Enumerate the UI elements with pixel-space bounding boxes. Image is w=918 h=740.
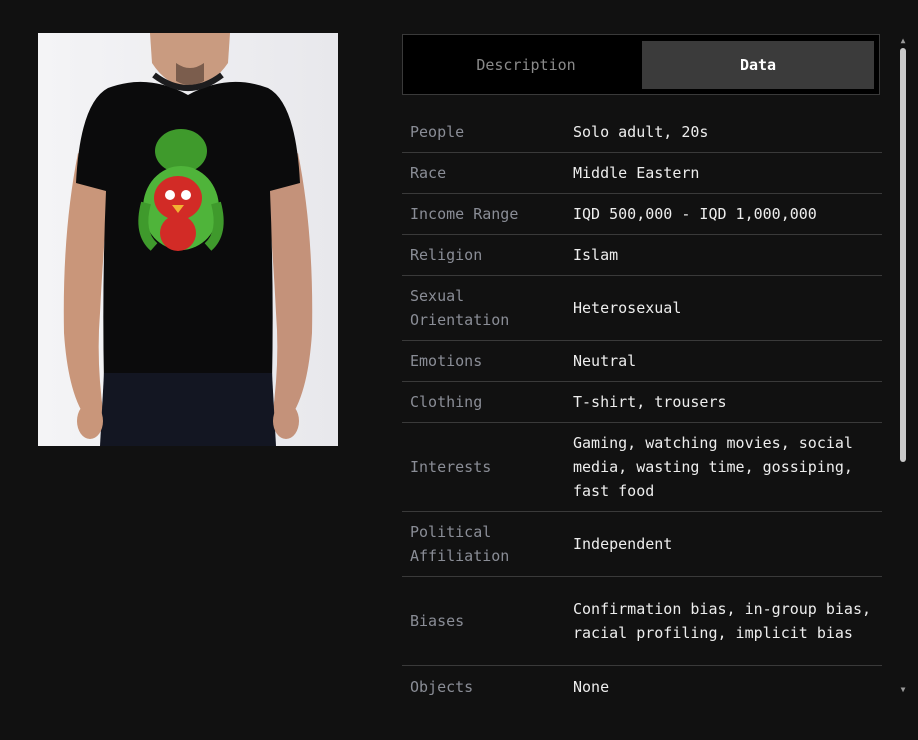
- tab-description[interactable]: Description: [409, 41, 643, 89]
- table-row: Race Middle Eastern: [402, 153, 882, 194]
- row-key: Clothing: [410, 393, 483, 411]
- row-value: Heterosexual: [573, 299, 682, 317]
- row-key: Sexual Orientation: [410, 287, 510, 329]
- row-key: Income Range: [410, 205, 519, 223]
- person-illustration: [38, 33, 338, 446]
- row-value: Solo adult, 20s: [573, 123, 709, 141]
- person-photo: [38, 33, 338, 446]
- app-window: Description Data People Solo adult, 20s …: [0, 0, 918, 740]
- table-row: Objects None: [402, 666, 882, 707]
- scroll-up-icon[interactable]: ▲: [898, 37, 908, 45]
- table-row: Interests Gaming, watching movies, socia…: [402, 423, 882, 512]
- row-key: Biases: [410, 612, 465, 630]
- row-key: Political Affiliation: [410, 523, 510, 565]
- row-value: Neutral: [573, 352, 637, 370]
- row-value: Islam: [573, 246, 619, 264]
- row-value: None: [573, 677, 610, 696]
- row-value: IQD 500,000 - IQD 1,000,000: [573, 205, 817, 223]
- table-row: People Solo adult, 20s: [402, 112, 882, 153]
- table-row: Emotions Neutral: [402, 341, 882, 382]
- row-value: Gaming, watching movies, social media, w…: [573, 434, 853, 500]
- tab-data[interactable]: Data: [642, 41, 874, 89]
- row-value: Confirmation bias, in-group bias, racial…: [573, 600, 872, 642]
- data-table: People Solo adult, 20s Race Middle Easte…: [402, 112, 882, 707]
- view-tabs: Description Data: [402, 34, 880, 95]
- row-key: Objects: [410, 677, 474, 696]
- row-key: Race: [410, 164, 447, 182]
- row-key: Interests: [410, 458, 492, 476]
- row-value: Independent: [573, 535, 673, 553]
- table-row: Clothing T-shirt, trousers: [402, 382, 882, 423]
- row-key: People: [410, 123, 465, 141]
- table-row: Income Range IQD 500,000 - IQD 1,000,000: [402, 194, 882, 235]
- table-row: Biases Confirmation bias, in-group bias,…: [402, 577, 882, 666]
- scrollbar-thumb[interactable]: [900, 48, 906, 462]
- row-value: Middle Eastern: [573, 164, 700, 182]
- table-row: Religion Islam: [402, 235, 882, 276]
- row-key: Religion: [410, 246, 483, 264]
- row-value: T-shirt, trousers: [573, 393, 727, 411]
- scroll-down-icon[interactable]: ▼: [898, 686, 908, 694]
- row-key: Emotions: [410, 352, 483, 370]
- table-row: Sexual Orientation Heterosexual: [402, 276, 882, 341]
- table-row: Political Affiliation Independent: [402, 512, 882, 577]
